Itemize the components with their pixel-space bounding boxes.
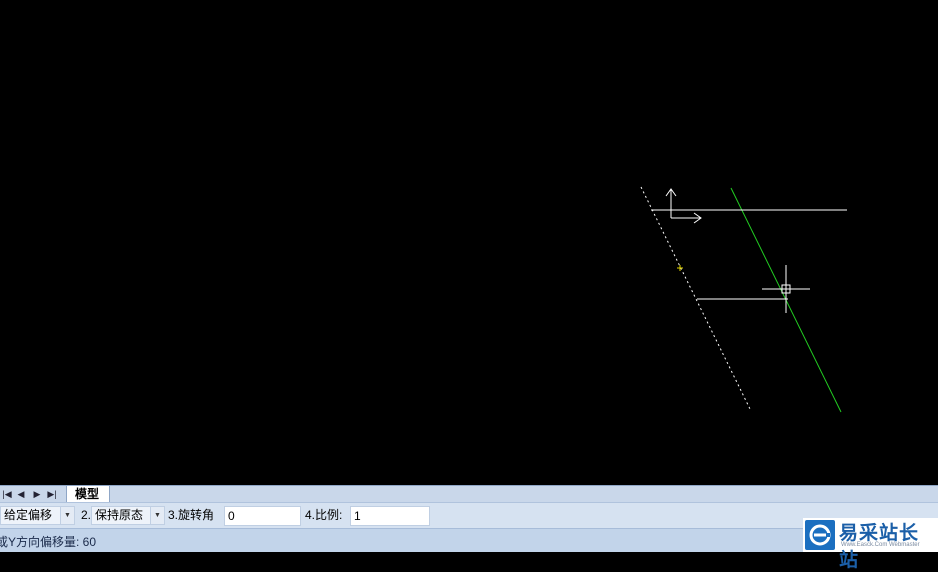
offset-mode-value: 给定偏移: [4, 508, 53, 522]
rotate-angle-input[interactable]: 0: [224, 506, 301, 526]
scale-input[interactable]: 1: [350, 506, 430, 526]
snap-marker-icon: [677, 265, 683, 271]
drawing-canvas[interactable]: [0, 0, 938, 485]
watermark-e-icon: [805, 520, 835, 550]
watermark-logo: 易采站长站 Www.Easck.Com Webmaster: [803, 518, 938, 571]
next-tab-button[interactable]: ▶: [30, 488, 44, 500]
chevron-down-icon[interactable]: ▼: [150, 507, 164, 524]
command-status-bar: 或Y方向偏移量: 60: [0, 528, 938, 552]
crosshair-cursor-icon: [762, 265, 810, 313]
ucs-icon: [665, 188, 702, 224]
option-2-label: 2.: [81, 508, 92, 522]
layout-tab-bar: |◀ ◀ ▶ ▶| 模型: [0, 485, 938, 503]
scale-label: 4.比例:: [305, 508, 343, 522]
keep-original-select[interactable]: 保持原态 ▼: [91, 506, 165, 525]
chevron-down-icon[interactable]: ▼: [60, 507, 74, 524]
offset-mode-select[interactable]: 给定偏移 ▼: [0, 506, 75, 525]
command-options-bar: 给定偏移 ▼ 2. 保持原态 ▼ 3.旋转角 0 4.比例: 1: [0, 502, 938, 528]
drawing-svg: [640, 186, 847, 413]
keep-original-value: 保持原态: [95, 508, 144, 522]
command-prompt-text: 或Y方向偏移量: 60: [0, 535, 97, 549]
tab-model[interactable]: 模型: [66, 486, 111, 503]
rotate-angle-label: 3.旋转角: [168, 508, 215, 522]
first-tab-button[interactable]: |◀: [0, 488, 14, 500]
watermark-subtitle: Www.Easck.Com Webmaster: [841, 542, 920, 548]
prev-tab-button[interactable]: ◀: [14, 488, 28, 500]
last-tab-button[interactable]: ▶|: [45, 488, 59, 500]
